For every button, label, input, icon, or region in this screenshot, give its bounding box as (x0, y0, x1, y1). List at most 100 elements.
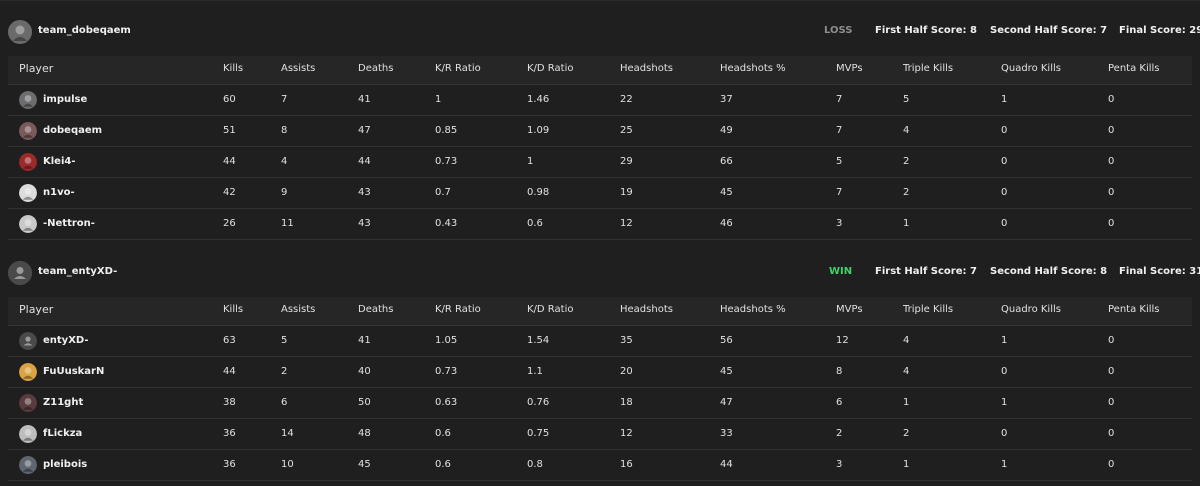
team-section: team_dobeqaem LOSS First Half Score: 8 Seco… (0, 12, 1200, 240)
stat-mvps: 6 (836, 397, 843, 408)
player-name-link[interactable]: entyXD- (43, 335, 89, 346)
stat-mvps: 12 (836, 335, 849, 346)
stat-kills: 51 (223, 125, 236, 136)
column-header-assists[interactable]: Assists (281, 304, 315, 315)
stat-assists: 11 (281, 218, 294, 229)
second-half-score: Second Half Score: 7 (990, 25, 1108, 36)
stat-deaths: 47 (358, 125, 371, 136)
column-header-headshots-pct[interactable]: Headshots % (720, 63, 786, 74)
wolf-avatar-icon[interactable] (8, 20, 32, 44)
column-header-triple-kills[interactable]: Triple Kills (903, 304, 953, 315)
player-stats-table: Player Kills Assists Deaths K/R Ratio K/D Rat… (8, 56, 1192, 240)
column-header-kr-ratio[interactable]: K/R Ratio (435, 63, 481, 74)
stat-mvps: 7 (836, 187, 843, 198)
column-header-player[interactable]: Player (19, 62, 53, 75)
player-avatar-icon[interactable] (19, 394, 37, 412)
stat-mvps: 7 (836, 125, 843, 136)
final-score: Final Score: 31 (1119, 266, 1200, 277)
stat-kills: 36 (223, 428, 236, 439)
stat-kills: 63 (223, 335, 236, 346)
stat-kills: 42 (223, 187, 236, 198)
player-name-link[interactable]: -Nettron- (43, 218, 95, 229)
player-name-link[interactable]: FuUuskarN (43, 366, 104, 377)
column-header-quadro-kills[interactable]: Quadro Kills (1001, 63, 1061, 74)
column-header-headshots-pct[interactable]: Headshots % (720, 304, 786, 315)
stat-kd-ratio: 1.09 (527, 125, 550, 136)
player-avatar-icon[interactable] (19, 184, 37, 202)
stat-assists: 5 (281, 335, 288, 346)
stat-triple-kills: 1 (903, 397, 910, 408)
player-name-link[interactable]: impulse (43, 94, 87, 105)
stat-kd-ratio: 0.6 (527, 218, 543, 229)
second-half-score: Second Half Score: 8 (990, 266, 1108, 277)
table-row: entyXD- 63 5 41 1.05 1.54 35 56 12 4 1 0 (8, 326, 1192, 357)
column-header-penta-kills[interactable]: Penta Kills (1108, 304, 1160, 315)
player-avatar-icon[interactable] (19, 456, 37, 474)
default-user-avatar-icon[interactable] (19, 332, 37, 350)
column-header-kd-ratio[interactable]: K/D Ratio (527, 63, 573, 74)
stat-headshots-pct: 46 (720, 218, 733, 229)
stat-quadro-kills: 1 (1001, 335, 1008, 346)
team-name[interactable]: team_entyXD- (38, 266, 117, 277)
stat-mvps: 2 (836, 428, 843, 439)
team-header: team_dobeqaem LOSS First Half Score: 8 Seco… (0, 12, 1200, 52)
stat-triple-kills: 4 (903, 125, 910, 136)
table-row: dobeqaem 51 8 47 0.85 1.09 25 49 7 4 0 0 (8, 116, 1192, 147)
stat-deaths: 43 (358, 218, 371, 229)
stat-mvps: 7 (836, 94, 843, 105)
column-header-kd-ratio[interactable]: K/D Ratio (527, 304, 573, 315)
player-name-link[interactable]: Klei4- (43, 156, 76, 167)
player-name-link[interactable]: n1vo- (43, 187, 75, 198)
stat-assists: 9 (281, 187, 288, 198)
table-row: Klei4- 44 4 44 0.73 1 29 66 5 2 0 0 (8, 147, 1192, 178)
column-header-mvps[interactable]: MVPs (836, 63, 863, 74)
player-avatar-icon[interactable] (19, 153, 37, 171)
team-name[interactable]: team_dobeqaem (38, 25, 131, 36)
column-header-kills[interactable]: Kills (223, 304, 243, 315)
column-header-headshots[interactable]: Headshots (620, 304, 673, 315)
player-name-link[interactable]: fLickza (43, 428, 82, 439)
stat-quadro-kills: 1 (1001, 94, 1008, 105)
column-header-player[interactable]: Player (19, 303, 53, 316)
column-header-assists[interactable]: Assists (281, 63, 315, 74)
stat-assists: 7 (281, 94, 288, 105)
stat-quadro-kills: 0 (1001, 218, 1008, 229)
stat-deaths: 48 (358, 428, 371, 439)
column-header-penta-kills[interactable]: Penta Kills (1108, 63, 1160, 74)
player-avatar-icon[interactable] (19, 215, 37, 233)
stat-triple-kills: 1 (903, 459, 910, 470)
stat-headshots: 35 (620, 335, 633, 346)
table-row: Z11ght 38 6 50 0.63 0.76 18 47 6 1 1 0 (8, 388, 1192, 419)
player-avatar-icon[interactable] (19, 425, 37, 443)
stat-triple-kills: 5 (903, 94, 910, 105)
stat-penta-kills: 0 (1108, 335, 1115, 346)
stat-kr-ratio: 0.63 (435, 397, 458, 408)
column-header-deaths[interactable]: Deaths (358, 63, 393, 74)
column-header-mvps[interactable]: MVPs (836, 304, 863, 315)
default-user-avatar-icon[interactable] (8, 261, 32, 285)
stat-penta-kills: 0 (1108, 366, 1115, 377)
player-avatar-icon[interactable] (19, 363, 37, 381)
stat-headshots: 20 (620, 366, 633, 377)
stat-quadro-kills: 0 (1001, 187, 1008, 198)
player-avatar-icon[interactable] (19, 91, 37, 109)
stat-quadro-kills: 0 (1001, 428, 1008, 439)
player-name-link[interactable]: pleibois (43, 459, 87, 470)
player-name-link[interactable]: dobeqaem (43, 125, 102, 136)
player-avatar-icon[interactable] (19, 122, 37, 140)
column-header-kills[interactable]: Kills (223, 63, 243, 74)
stat-kd-ratio: 0.98 (527, 187, 550, 198)
column-header-deaths[interactable]: Deaths (358, 304, 393, 315)
stat-penta-kills: 0 (1108, 125, 1115, 136)
stat-triple-kills: 4 (903, 335, 910, 346)
stat-headshots-pct: 49 (720, 125, 733, 136)
column-header-quadro-kills[interactable]: Quadro Kills (1001, 304, 1061, 315)
column-header-headshots[interactable]: Headshots (620, 63, 673, 74)
column-header-triple-kills[interactable]: Triple Kills (903, 63, 953, 74)
stat-headshots-pct: 45 (720, 366, 733, 377)
top-divider (0, 0, 1200, 1)
column-header-kr-ratio[interactable]: K/R Ratio (435, 304, 481, 315)
player-name-link[interactable]: Z11ght (43, 397, 83, 408)
first-half-score: First Half Score: 8 (875, 25, 977, 36)
stat-quadro-kills: 0 (1001, 366, 1008, 377)
